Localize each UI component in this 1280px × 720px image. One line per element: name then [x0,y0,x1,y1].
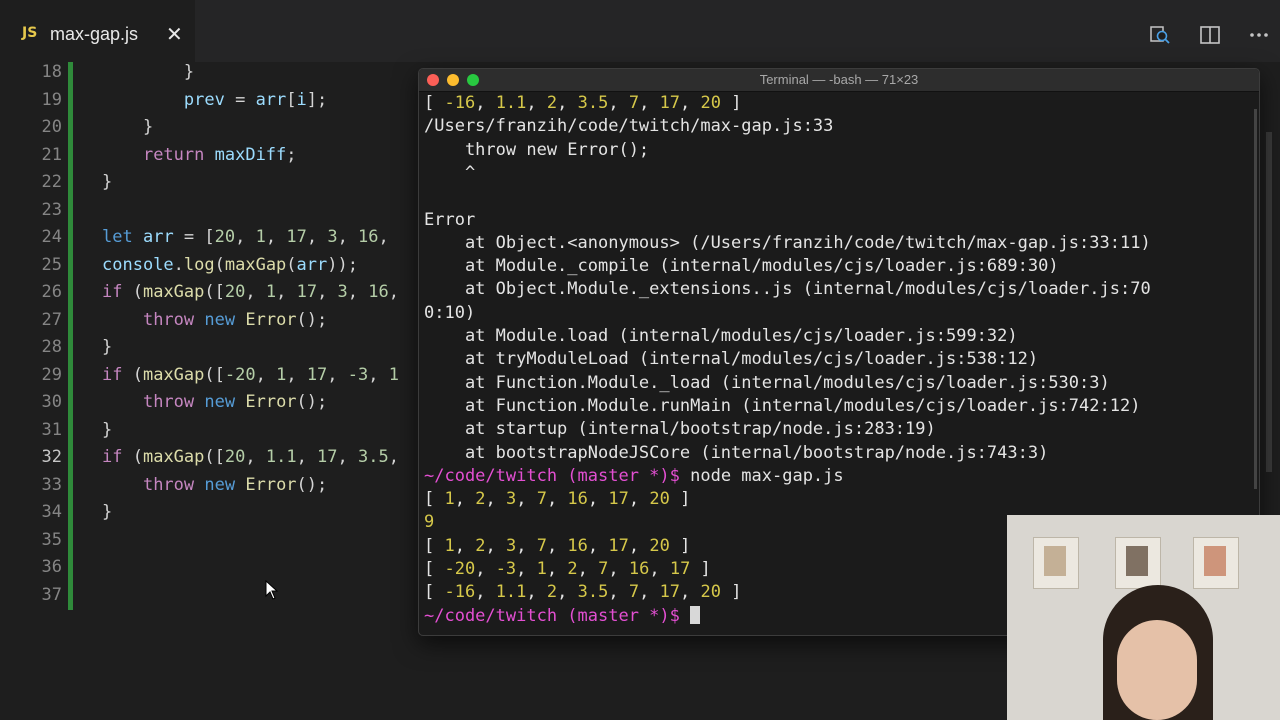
tab-label: max-gap.js [50,24,139,44]
terminal-line: at tryModuleLoad (internal/modules/cjs/l… [424,349,1039,370]
terminal-line: at bootstrapNodeJSCore (internal/bootstr… [424,442,1049,463]
line-number: 35 [41,529,62,550]
code-text[interactable]: } [102,172,112,192]
line-number: 22 [41,172,62,192]
line-number: 25 [41,254,62,275]
webcam-overlay [1007,515,1280,720]
line-number: 34 [41,502,62,522]
terminal-line: /Users/franzih/code/twitch/max-gap.js:33 [424,116,834,137]
line-number: 19 [41,89,62,110]
terminal-line: ~/code/twitch (master *)$ [424,605,701,629]
code-text[interactable]: throw new Error(); [102,392,327,412]
wall-picture [1033,537,1079,589]
line-number: 32 [41,447,62,467]
wall-picture [1193,537,1239,589]
search-in-files-icon[interactable] [1149,24,1171,46]
code-text[interactable]: console.log(maxGap(arr)); [102,255,358,275]
terminal-cursor [690,605,701,624]
code-text[interactable]: let arr = [20, 1, 17, 3, 16, [102,227,389,247]
code-text[interactable]: if (maxGap([-20, 1, 17, -3, 1 [102,365,399,385]
line-number: 30 [41,392,62,412]
wall-picture [1115,537,1161,589]
code-text[interactable]: } [102,420,112,440]
line-number: 31 [41,419,62,440]
code-text[interactable]: if (maxGap([20, 1.1, 17, 3.5, [102,447,399,467]
line-number: 26 [41,282,62,302]
terminal-title: Terminal — -bash — 71×23 [759,72,919,87]
line-number: 23 [41,199,62,220]
line-number: 29 [41,364,62,385]
mouse-pointer-icon [265,580,279,600]
terminal-line: [ 1, 2, 3, 7, 16, 17, 20 ] [424,489,691,510]
line-number: 24 [41,227,62,247]
terminal-line: at Object.<anonymous> (/Users/franzih/co… [424,232,1151,253]
terminal-line: at Module._compile (internal/modules/cjs… [424,256,1059,277]
editor-scrollbar[interactable] [1266,132,1272,472]
terminal-scrollbar[interactable] [1254,109,1257,489]
terminal-line: 9 [424,512,435,533]
code-text[interactable]: throw new Error(); [102,310,327,330]
line-number: 36 [41,557,62,577]
code-text[interactable]: return maxDiff; [102,145,297,165]
terminal-line: at startup (internal/bootstrap/node.js:2… [424,419,936,440]
terminal-line: at Function.Module.runMain (internal/mod… [424,395,1141,416]
code-text[interactable]: throw new Error(); [102,475,327,495]
terminal-line: 0:10) [424,302,476,323]
code-text[interactable]: prev = arr[i]; [102,90,327,110]
line-number: 20 [41,117,62,137]
tab-max-gap-js[interactable]: JS max-gap.js ✕ [0,0,195,62]
terminal-line: [ 1, 2, 3, 7, 16, 17, 20 ] [424,535,691,556]
terminal-line: at Function.Module._load (internal/modul… [424,372,1110,393]
terminal-line: ^ [424,162,476,183]
terminal-line: [ -16, 1.1, 2, 3.5, 7, 17, 20 ] [424,93,742,113]
terminal-line: throw new Error(); [424,139,650,160]
code-text[interactable]: } [102,502,112,522]
terminal-line: Error [424,209,476,230]
terminal-line: [ -20, -3, 1, 2, 7, 16, 17 ] [424,559,711,579]
terminal-line: ~/code/twitch (master *)$ node max-gap.j… [424,465,844,486]
close-icon[interactable]: ✕ [166,22,183,46]
streamer-face [1117,620,1197,720]
editor-tab-bar: JS max-gap.js ✕ [0,0,1280,62]
split-editor-icon[interactable] [1199,24,1221,46]
terminal-title-bar[interactable]: Terminal — -bash — 71×23 [419,69,1259,92]
terminal-line: at Object.Module._extensions..js (intern… [424,279,1151,300]
terminal-line: [ -16, 1.1, 2, 3.5, 7, 17, 20 ] [424,582,742,603]
line-number: 33 [41,474,62,495]
code-text[interactable]: } [102,337,112,357]
line-number: 27 [41,309,62,330]
javascript-file-icon: JS [22,25,38,41]
code-text[interactable]: } [102,117,153,137]
line-number: 28 [41,337,62,357]
terminal-line: at Module.load (internal/modules/cjs/loa… [424,326,1018,346]
line-number: 18 [41,62,62,82]
more-actions-icon[interactable] [1248,24,1270,46]
line-number: 37 [41,584,62,605]
code-text[interactable]: if (maxGap([20, 1, 17, 3, 16, [102,282,399,302]
code-text[interactable]: } [102,62,194,82]
line-number: 21 [41,144,62,165]
